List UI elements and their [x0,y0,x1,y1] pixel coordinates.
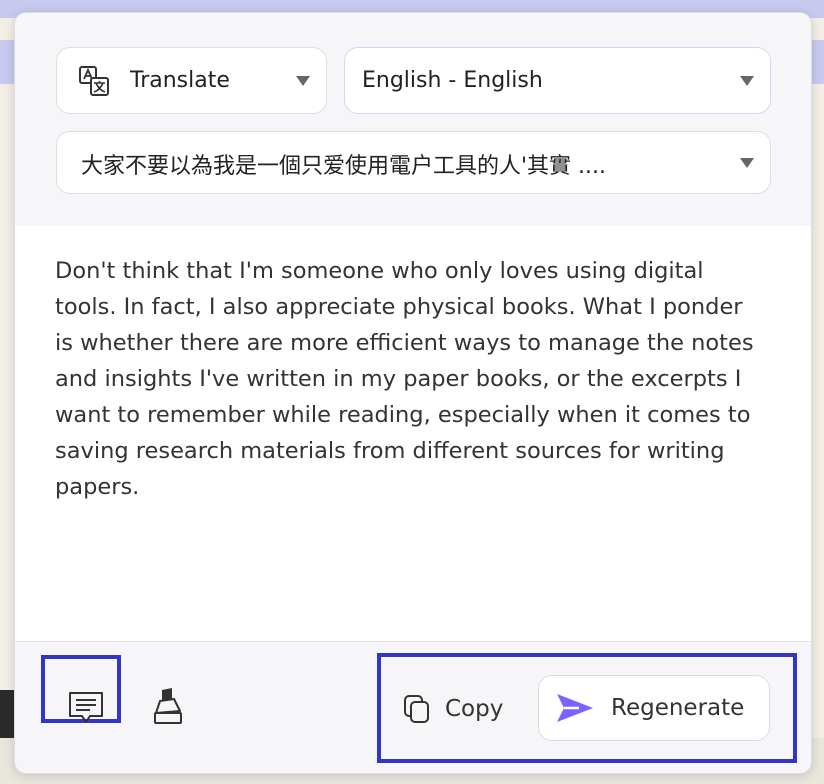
copy-icon [404,695,429,723]
translation-result: Don't think that I'm someone who only lo… [55,258,754,500]
language-dropdown[interactable]: English - English [344,47,771,114]
send-icon [557,694,593,722]
mode-label: Translate [130,68,230,93]
translate-icon [79,66,109,96]
source-text-dropdown[interactable]: 大家不要以為我是一個只爱使用電户工具的人'其實 .... [56,131,771,194]
copy-button[interactable]: Copy [403,689,503,729]
note-icon[interactable] [67,689,105,727]
footer-divider [15,641,811,642]
background-image-edge [0,690,14,738]
mode-dropdown[interactable]: Translate [56,47,327,114]
chevron-down-icon [740,75,754,86]
source-text-label: 大家不要以為我是一個只爱使用電户工具的人'其實 .... [81,154,607,179]
regenerate-button[interactable]: Regenerate [538,675,770,741]
chevron-down-icon [296,75,310,86]
language-label: English - English [362,68,543,93]
result-area: Don't think that I'm someone who only lo… [15,226,811,641]
highlighter-icon[interactable] [151,687,185,727]
copy-label: Copy [445,696,504,722]
translate-panel: Translate English - English 大家不要以為我是一個只爱… [14,12,812,774]
chevron-down-icon [740,157,754,168]
regenerate-label: Regenerate [611,695,745,721]
